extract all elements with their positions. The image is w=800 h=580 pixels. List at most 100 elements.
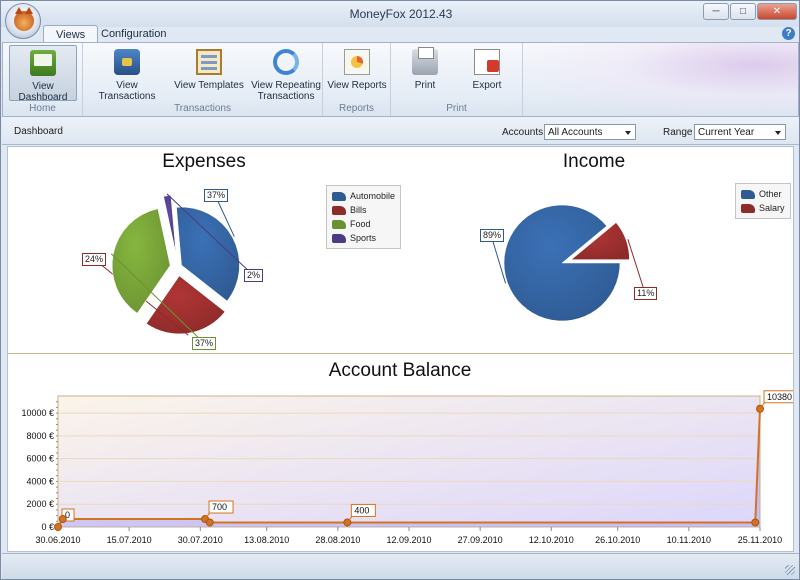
x-tick-label: 15.07.2010 — [107, 535, 152, 545]
view-repeating-transactions-label: View Repeating Transactions — [251, 80, 321, 102]
x-tick-label: 30.06.2010 — [35, 535, 80, 545]
pie-data-label: 89% — [480, 229, 505, 242]
pie-data-label: 37% — [192, 337, 217, 350]
income-chart-title: Income — [562, 151, 626, 172]
y-tick-label: 10000 € — [21, 408, 54, 418]
expenses-chart-title: Expenses — [162, 151, 246, 172]
app-menu-button[interactable] — [5, 3, 41, 39]
group-label-print: Print — [446, 103, 467, 114]
export-icon — [474, 49, 500, 75]
transactions-icon — [114, 49, 140, 75]
maximize-button[interactable]: □ — [730, 3, 756, 20]
group-label-home: Home — [29, 103, 56, 114]
income-legend: Other Salary — [735, 183, 791, 219]
export-button[interactable]: Export — [459, 45, 515, 101]
range-select[interactable]: Current Year — [694, 124, 786, 140]
group-label-reports: Reports — [338, 103, 374, 114]
group-label-transactions: Transactions — [174, 103, 231, 114]
window-title: MoneyFox 2012.43 — [349, 7, 453, 21]
panel-divider — [8, 353, 793, 354]
legend-swatch — [332, 191, 346, 201]
title-bar: MoneyFox 2012.43 ─ □ ✕ — [1, 1, 799, 27]
legend-label: Food — [350, 219, 371, 229]
print-label: Print — [414, 80, 436, 91]
x-tick-label: 13.08.2010 — [244, 535, 289, 545]
dashboard-icon — [30, 50, 56, 76]
legend-swatch — [332, 233, 346, 243]
dashboard-content: Expenses Automobile Bills Food Sports In… — [7, 146, 794, 552]
ribbon-group-home: View Dashboard Home — [3, 43, 83, 116]
view-templates-button[interactable]: View Templates — [171, 45, 247, 101]
legend-swatch — [332, 219, 346, 229]
x-tick-label: 10.11.2010 — [667, 535, 711, 545]
resize-grip-icon[interactable] — [785, 565, 795, 575]
x-tick-label: 28.08.2010 — [315, 535, 360, 545]
balance-data-label: 700 — [212, 502, 227, 512]
repeat-icon — [273, 49, 299, 75]
x-tick-label: 27.09.2010 — [458, 535, 503, 545]
y-tick-label: 6000 € — [26, 454, 54, 464]
chevron-down-icon — [775, 131, 781, 135]
export-label: Export — [472, 80, 502, 91]
reports-icon — [344, 49, 370, 75]
x-tick-label: 12.10.2010 — [529, 535, 574, 545]
dashboard-filter-bar: Dashboard Accounts All Accounts Range Cu… — [2, 117, 799, 145]
ribbon-decoration — [518, 43, 798, 116]
printer-icon — [412, 47, 438, 75]
legend-swatch — [332, 205, 346, 215]
view-reports-button[interactable]: View Reports — [327, 45, 387, 101]
legend-label: Automobile — [350, 191, 396, 201]
legend-swatch — [741, 203, 755, 213]
balance-data-label: 10380 — [767, 392, 792, 402]
pie-data-label: 11% — [634, 287, 658, 300]
balance-point — [751, 518, 760, 527]
status-bar — [2, 553, 799, 579]
pie-data-label: 24% — [82, 253, 107, 266]
legend-label: Sports — [350, 233, 377, 243]
templates-icon — [196, 49, 222, 75]
tab-configuration[interactable]: Configuration — [89, 25, 178, 43]
ribbon-group-print: Print Export Print — [391, 43, 523, 116]
legend-item-other: Other — [741, 187, 785, 201]
fox-logo-icon — [14, 7, 34, 31]
minimize-button[interactable]: ─ — [703, 3, 729, 20]
expenses-pie-chart — [93, 193, 254, 344]
pie-slice-other — [503, 204, 621, 322]
print-button[interactable]: Print — [397, 45, 453, 101]
balance-data-label: 400 — [354, 505, 369, 515]
view-transactions-button[interactable]: View Transactions — [87, 45, 167, 102]
view-reports-label: View Reports — [327, 80, 387, 91]
accounts-select[interactable]: All Accounts — [544, 124, 636, 140]
legend-item-automobile: Automobile — [332, 189, 395, 203]
x-tick-label: 26.10.2010 — [595, 535, 640, 545]
app-window: MoneyFox 2012.43 ─ □ ✕ Views Configurati… — [0, 0, 800, 580]
expenses-legend: Automobile Bills Food Sports — [326, 185, 402, 249]
legend-swatch — [741, 189, 755, 199]
ribbon: View Dashboard Home View Transactions Vi… — [2, 42, 799, 117]
account-balance-chart: 0 € 2000 € 4000 € 6000 € 8000 € 10000 € 30.06.… — [21, 390, 793, 545]
pie-slice-food — [111, 208, 171, 314]
view-dashboard-label: View Dashboard — [18, 81, 68, 103]
window-controls: ─ □ ✕ — [702, 3, 797, 20]
legend-label: Bills — [350, 205, 367, 215]
view-templates-label: View Templates — [174, 80, 244, 91]
close-button[interactable]: ✕ — [757, 3, 797, 20]
chevron-down-icon — [625, 131, 631, 135]
legend-label: Salary — [759, 203, 785, 213]
y-tick-label: 0 € — [41, 522, 54, 532]
ribbon-group-transactions: View Transactions View Templates View Re… — [83, 43, 323, 116]
dashboard-title: Dashboard — [14, 126, 63, 137]
y-tick-label: 8000 € — [26, 431, 54, 441]
income-pie-chart — [490, 204, 646, 322]
legend-label: Other — [759, 189, 782, 199]
y-tick-label: 2000 € — [26, 499, 54, 509]
view-transactions-label: View Transactions — [98, 80, 156, 102]
view-dashboard-button[interactable]: View Dashboard — [9, 45, 77, 103]
accounts-label: Accounts — [502, 127, 544, 138]
accounts-select-value: All Accounts — [548, 127, 603, 138]
x-tick-label: 12.09.2010 — [386, 535, 431, 545]
range-select-value: Current Year — [698, 127, 755, 138]
help-icon[interactable]: ? — [782, 27, 795, 40]
view-repeating-transactions-button[interactable]: View Repeating Transactions — [251, 45, 321, 102]
range-label: Range — [663, 127, 693, 138]
